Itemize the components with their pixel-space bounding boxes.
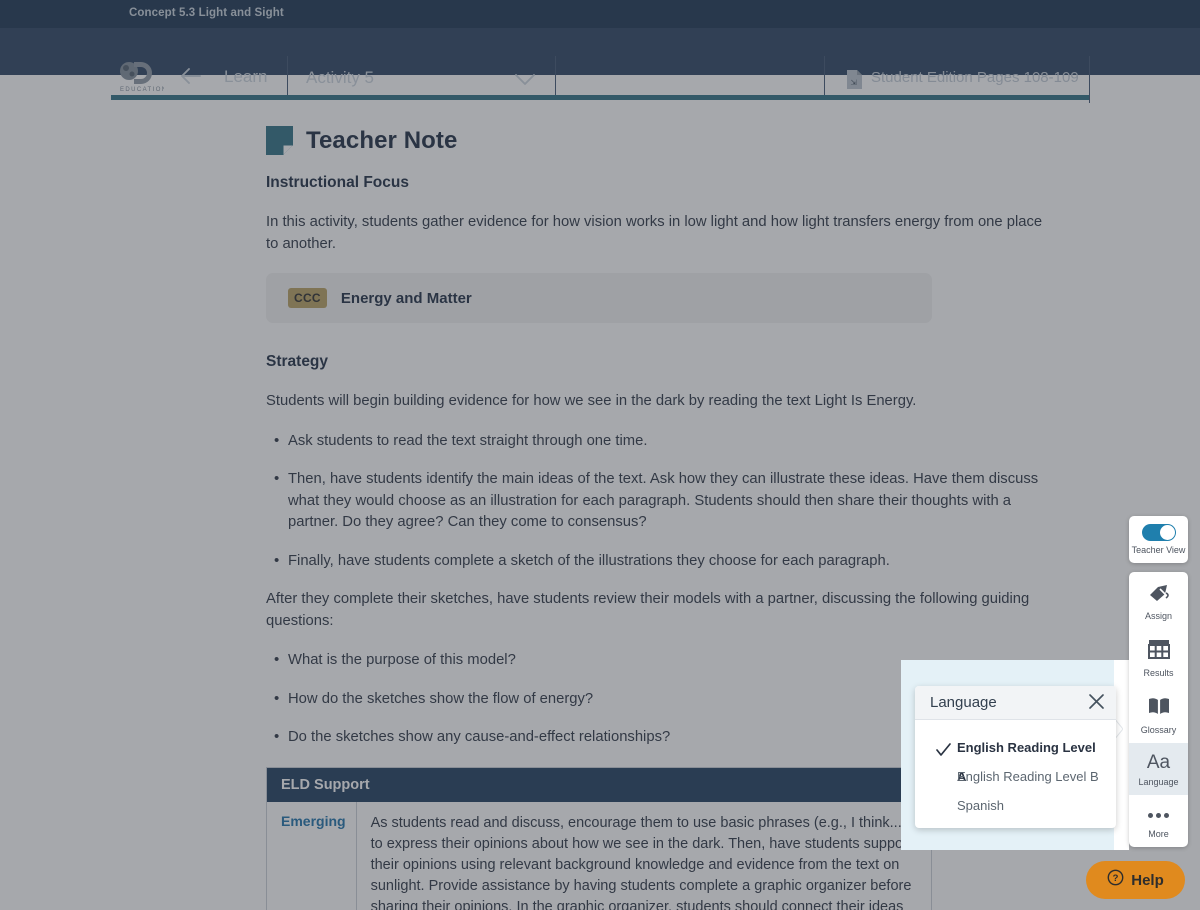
- teacher-view-label: Teacher View: [1132, 545, 1186, 556]
- eld-level-label: Emerging: [267, 802, 357, 910]
- activity-selector-label: Activity 5: [306, 68, 374, 88]
- list-item: Finally, have students complete a sketch…: [266, 551, 1049, 573]
- svg-text:?: ?: [1113, 873, 1119, 884]
- language-popup-title: Language: [930, 694, 997, 711]
- svg-text:⇲: ⇲: [851, 78, 858, 87]
- toolbar-item-label: Glossary: [1141, 725, 1177, 736]
- language-option-list: English Reading Level A English Reading …: [915, 720, 1116, 820]
- svg-text:EDUCATION: EDUCATION: [120, 87, 164, 93]
- app-root: Concept 5.3 Light and Sight EDUCATION Le…: [0, 0, 1200, 910]
- concept-title: Concept 5.3 Light and Sight: [129, 7, 284, 19]
- learn-link[interactable]: Learn: [224, 67, 267, 87]
- open-book-icon: [1147, 696, 1171, 721]
- page-title: Teacher Note: [306, 127, 457, 155]
- chevron-down-icon: [514, 73, 536, 91]
- discovery-education-logo[interactable]: EDUCATION: [118, 60, 164, 94]
- back-button[interactable]: [178, 66, 210, 96]
- assign-megaphone-icon: [1147, 582, 1171, 607]
- language-option-label: Spanish: [957, 798, 1004, 813]
- language-option-label: English Reading Level B: [957, 769, 1099, 784]
- right-toolbar: Teacher View Assign: [1129, 516, 1188, 847]
- toolbar-item-label: More: [1148, 829, 1169, 840]
- table-row: Emerging As students read and discuss, e…: [267, 802, 931, 910]
- eld-support-table: ELD Support Emerging As students read an…: [266, 767, 932, 910]
- toggle-knob: [1160, 525, 1175, 540]
- strategy-heading: Strategy: [266, 353, 1049, 371]
- list-item: Ask students to read the text straight t…: [266, 431, 1049, 453]
- ccc-callout: CCC Energy and Matter: [266, 273, 932, 323]
- pdf-document-icon: ⇲: [846, 69, 863, 95]
- toolbar-group: Assign Results: [1129, 572, 1188, 847]
- language-option-spanish[interactable]: Spanish: [915, 791, 1116, 820]
- language-option-english-reading-level-a[interactable]: English Reading Level A: [915, 733, 1116, 762]
- toolbar-item-assign[interactable]: Assign: [1129, 572, 1188, 629]
- language-popup: Language English Reading Level A English…: [915, 686, 1116, 828]
- toolbar-item-label: Assign: [1145, 611, 1172, 622]
- toolbar-item-more[interactable]: More: [1129, 795, 1188, 847]
- teacher-view-toggle[interactable]: Teacher View: [1129, 516, 1188, 563]
- ccc-label: Energy and Matter: [341, 290, 472, 307]
- strategy-intro: Students will begin building evidence fo…: [266, 391, 1049, 413]
- teacher-note-header: Teacher Note: [266, 126, 1049, 155]
- help-button-label: Help: [1131, 872, 1164, 889]
- close-icon[interactable]: [1087, 692, 1106, 716]
- nav-divider-se-right: [1089, 56, 1090, 103]
- language-popup-header: Language: [915, 686, 1116, 720]
- aa-text-icon: Aa: [1147, 753, 1170, 773]
- instructional-focus-heading: Instructional Focus: [266, 174, 1049, 192]
- eld-level-text: As students read and discuss, encourage …: [357, 802, 931, 910]
- navigation-bar: EDUCATION Learn Activity 5: [0, 28, 1200, 75]
- language-popup-gutter: [1114, 660, 1129, 850]
- instructional-focus-body: In this activity, students gather eviden…: [266, 212, 1049, 255]
- toolbar-item-results[interactable]: Results: [1129, 629, 1188, 686]
- toolbar-item-label: Language: [1138, 777, 1178, 788]
- strategy-bullet-list: Ask students to read the text straight t…: [266, 431, 1049, 573]
- help-button[interactable]: ? Help: [1086, 861, 1185, 899]
- top-strip: Concept 5.3 Light and Sight: [0, 0, 1200, 28]
- ccc-badge: CCC: [288, 288, 327, 308]
- question-circle-icon: ?: [1107, 869, 1124, 891]
- toggle-switch-icon: [1142, 524, 1176, 541]
- note-page-icon: [266, 126, 293, 155]
- eld-support-header: ELD Support: [267, 768, 931, 802]
- ellipsis-icon: [1148, 805, 1169, 825]
- toolbar-item-glossary[interactable]: Glossary: [1129, 686, 1188, 743]
- language-option-english-reading-level-b[interactable]: English Reading Level B: [915, 762, 1116, 791]
- toolbar-item-label: Results: [1143, 668, 1173, 679]
- results-grid-icon: [1147, 639, 1171, 664]
- list-item: Then, have students identify the main id…: [266, 469, 1049, 534]
- student-edition-pages-label: Student Edition Pages 108-109: [871, 69, 1079, 86]
- toolbar-item-language[interactable]: Aa Language: [1129, 743, 1188, 795]
- review-paragraph: After they complete their sketches, have…: [266, 589, 1049, 632]
